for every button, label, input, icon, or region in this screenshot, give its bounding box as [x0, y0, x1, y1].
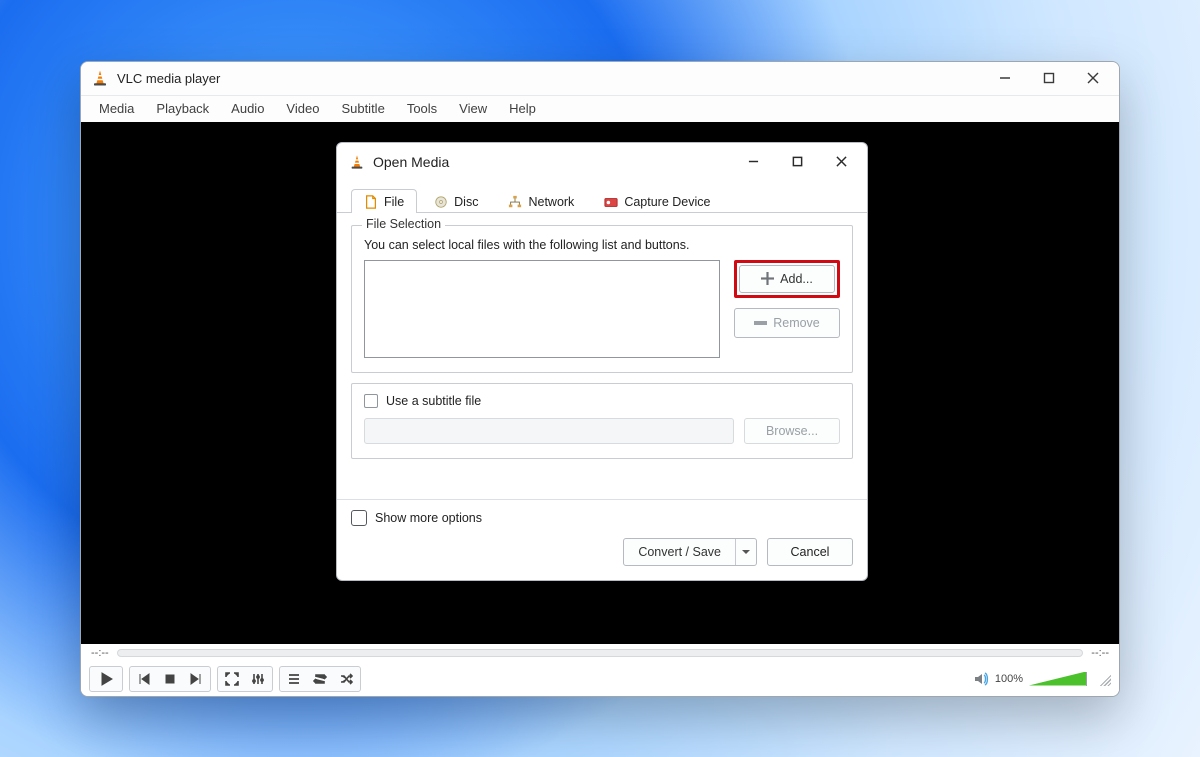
dialog-tabbar: File Disc Network Capture Device: [337, 181, 867, 213]
progress-row: --:-- --:--: [81, 644, 1119, 662]
menu-playback[interactable]: Playback: [146, 99, 219, 118]
open-media-dialog: Open Media File Disc: [336, 142, 868, 581]
view-group: [217, 666, 273, 692]
stop-button[interactable]: [158, 667, 182, 691]
shuffle-button[interactable]: [334, 667, 358, 691]
fullscreen-icon: [225, 672, 239, 686]
chevron-down-icon: [742, 548, 750, 556]
network-icon: [508, 195, 522, 209]
menu-media[interactable]: Media: [89, 99, 144, 118]
dialog-titlebar[interactable]: Open Media: [337, 143, 867, 181]
file-selection-group: File Selection You can select local file…: [351, 225, 853, 373]
equalizer-icon: [251, 672, 265, 686]
volume-area: 100%: [973, 671, 1111, 687]
titlebar[interactable]: VLC media player: [81, 62, 1119, 96]
tab-file-label: File: [384, 195, 404, 209]
subtitle-checkbox-label: Use a subtitle file: [386, 394, 481, 408]
elapsed-time: --:--: [91, 647, 109, 659]
skip-next-icon: [189, 672, 203, 686]
volume-percent: 100%: [995, 673, 1023, 685]
ext-settings-button[interactable]: [246, 667, 270, 691]
loop-button[interactable]: [308, 667, 332, 691]
convert-save-button[interactable]: Convert / Save: [623, 538, 757, 566]
menubar: Media Playback Audio Video Subtitle Tool…: [81, 96, 1119, 122]
vlc-cone-icon: [91, 69, 109, 87]
remove-button-label: Remove: [773, 316, 820, 330]
resize-grip[interactable]: [1097, 672, 1111, 686]
add-button[interactable]: Add...: [739, 265, 835, 293]
seek-slider[interactable]: [117, 649, 1084, 657]
playlist-icon: [287, 672, 301, 686]
dialog-minimize-button[interactable]: [731, 147, 775, 177]
file-list[interactable]: [364, 260, 720, 358]
shuffle-icon: [339, 672, 353, 686]
dialog-maximize-button[interactable]: [775, 147, 819, 177]
playlist-group: [279, 666, 361, 692]
file-selection-title: File Selection: [362, 217, 445, 231]
convert-save-label: Convert / Save: [624, 539, 736, 565]
tab-file[interactable]: File: [351, 189, 417, 213]
tab-capture-label: Capture Device: [624, 195, 710, 209]
add-button-highlight: Add...: [734, 260, 840, 298]
tab-network[interactable]: Network: [495, 189, 587, 213]
menu-view[interactable]: View: [449, 99, 497, 118]
browse-button-label: Browse...: [766, 424, 818, 438]
show-more-label: Show more options: [375, 511, 482, 525]
tab-capture[interactable]: Capture Device: [591, 189, 723, 213]
loop-icon: [313, 672, 327, 686]
disc-icon: [434, 195, 448, 209]
remove-button[interactable]: Remove: [734, 308, 840, 338]
total-time: --:--: [1091, 647, 1109, 659]
close-button[interactable]: [1071, 63, 1115, 93]
menu-audio[interactable]: Audio: [221, 99, 274, 118]
stop-icon: [163, 672, 177, 686]
next-button[interactable]: [184, 667, 208, 691]
subtitle-group: Use a subtitle file Browse...: [351, 383, 853, 459]
controls-row: 100%: [81, 662, 1119, 696]
dialog-close-button[interactable]: [819, 147, 863, 177]
fullscreen-button[interactable]: [220, 667, 244, 691]
add-button-label: Add...: [780, 272, 813, 286]
menu-subtitle[interactable]: Subtitle: [331, 99, 394, 118]
play-button[interactable]: [89, 666, 123, 692]
file-icon: [364, 195, 378, 209]
tab-disc[interactable]: Disc: [421, 189, 491, 213]
window-title: VLC media player: [117, 71, 220, 86]
minus-icon: [754, 321, 767, 325]
menu-help[interactable]: Help: [499, 99, 546, 118]
playlist-button[interactable]: [282, 667, 306, 691]
tab-disc-label: Disc: [454, 195, 478, 209]
speaker-icon[interactable]: [973, 671, 989, 687]
subtitle-checkbox[interactable]: [364, 394, 378, 408]
cancel-button-label: Cancel: [791, 545, 830, 559]
minimize-button[interactable]: [983, 63, 1027, 93]
cancel-button[interactable]: Cancel: [767, 538, 853, 566]
convert-save-dropdown[interactable]: [736, 539, 756, 565]
tab-network-label: Network: [528, 195, 574, 209]
video-area: Open Media File Disc: [81, 122, 1119, 644]
volume-slider[interactable]: [1029, 672, 1087, 686]
menu-tools[interactable]: Tools: [397, 99, 447, 118]
dialog-title: Open Media: [373, 154, 449, 170]
prev-button[interactable]: [132, 667, 156, 691]
maximize-button[interactable]: [1027, 63, 1071, 93]
browse-button: Browse...: [744, 418, 840, 444]
menu-video[interactable]: Video: [276, 99, 329, 118]
file-selection-hint: You can select local files with the foll…: [364, 238, 840, 252]
capture-icon: [604, 195, 618, 209]
show-more-checkbox[interactable]: [351, 510, 367, 526]
vlc-cone-icon: [349, 154, 365, 170]
vlc-main-window: VLC media player Media Playback Audio Vi…: [80, 61, 1120, 697]
skip-group: [129, 666, 211, 692]
subtitle-path-input: [364, 418, 734, 444]
skip-prev-icon: [137, 672, 151, 686]
play-icon: [99, 672, 113, 686]
plus-icon: [761, 272, 774, 285]
